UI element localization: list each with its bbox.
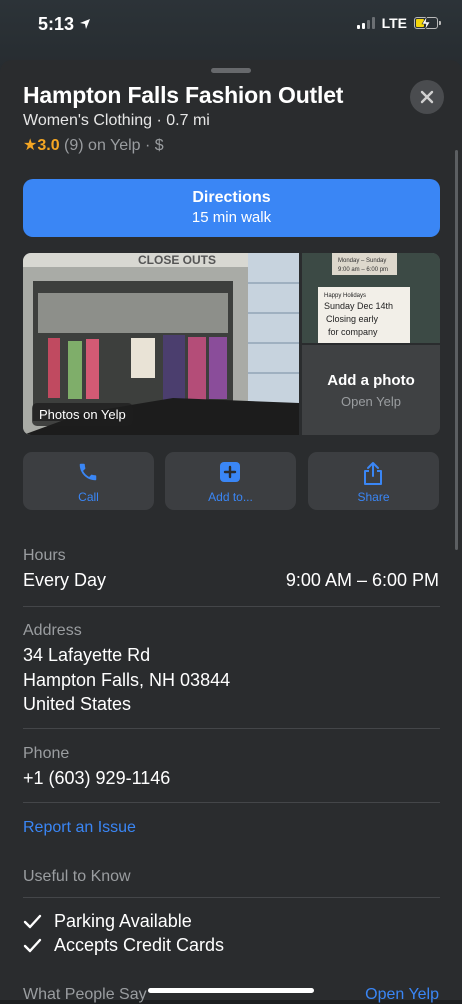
add-photo-title: Add a photo — [327, 372, 415, 389]
useful-heading: Useful to Know — [23, 868, 131, 885]
hours-time: 9:00 AM – 6:00 PM — [285, 570, 439, 590]
storefront-sign: CLOSE OUTS — [138, 253, 216, 267]
phone-icon — [79, 463, 97, 481]
share-icon — [364, 462, 382, 485]
address-line-2[interactable]: Hampton Falls, NH 03844 — [23, 670, 230, 691]
sign-hours-line-2: 9:00 am – 6:00 pm — [338, 267, 388, 273]
signal-icon — [356, 17, 375, 29]
checkmark-icon — [23, 914, 42, 928]
share-label: Share — [357, 490, 390, 504]
status-bar: 5:13 LTE — [0, 0, 462, 50]
phone-heading: Phone — [23, 745, 70, 762]
add-photo-subtitle: Open Yelp — [340, 394, 401, 409]
amenity-credit-cards: Accepts Credit Cards — [23, 935, 224, 956]
place-title: Hampton Falls Fashion Outlet — [23, 82, 344, 108]
add-photo-tile[interactable]: Add a photo Open Yelp — [302, 345, 440, 435]
checkmark-icon — [23, 938, 42, 952]
phone-number[interactable]: +1 (603) 929-1146 — [23, 768, 170, 789]
divider — [23, 728, 440, 729]
reviews-heading: What People Say — [23, 986, 147, 1003]
status-indicators: LTE — [356, 15, 441, 31]
hours-heading: Hours — [23, 547, 66, 564]
scroll-indicator[interactable] — [455, 150, 458, 550]
location-arrow-icon — [79, 17, 91, 35]
sheet-grabber[interactable] — [211, 68, 251, 73]
sign-note-line-2: Sunday Dec 14th — [324, 301, 393, 311]
home-indicator[interactable] — [148, 988, 314, 993]
sign-note-line-1: Happy Holidays — [324, 293, 366, 299]
amenity-label: Parking Available — [54, 911, 192, 931]
call-label: Call — [78, 490, 99, 504]
rating-score: 3.0 — [37, 137, 60, 154]
amenity-parking: Parking Available — [23, 911, 192, 932]
address-line-1[interactable]: 34 Lafayette Rd — [23, 645, 150, 666]
add-to-label: Add to... — [208, 490, 253, 504]
directions-label: Directions — [192, 189, 271, 206]
divider — [23, 897, 440, 898]
share-button[interactable]: Share — [308, 452, 439, 510]
hours-days: Every Day — [23, 570, 107, 590]
place-subtitle: Women's Clothing · 0.7 mi — [23, 112, 210, 129]
open-yelp-link[interactable]: Open Yelp — [365, 986, 439, 1004]
rating-details: (9) on Yelp · $ — [64, 137, 164, 154]
divider — [23, 606, 440, 607]
close-button[interactable] — [410, 80, 444, 114]
storefront-photo[interactable]: CLOSE OUTS Photos on Yelp — [23, 253, 299, 435]
store-sign-photo[interactable]: Monday – Sunday 9:00 am – 6:00 pm Happy … — [302, 253, 440, 343]
report-issue-link[interactable]: Report an Issue — [23, 819, 136, 837]
plus-square-icon — [220, 462, 240, 482]
address-line-3[interactable]: United States — [23, 694, 131, 715]
place-rating[interactable]: ★3.0 (9) on Yelp · $ — [23, 135, 164, 155]
divider — [23, 802, 440, 803]
sign-note-line-4: for company — [328, 327, 378, 337]
place-card-sheet[interactable]: Hampton Falls Fashion Outlet Women's Clo… — [0, 60, 462, 1003]
address-heading: Address — [23, 622, 82, 639]
amenity-label: Accepts Credit Cards — [54, 935, 225, 955]
star-icon: ★ — [23, 137, 38, 154]
battery-charging-icon — [414, 16, 441, 30]
sign-note-line-3: Closing early — [326, 314, 379, 324]
add-to-button[interactable]: Add to... — [165, 452, 296, 510]
store-sign-image: Monday – Sunday 9:00 am – 6:00 pm Happy … — [302, 253, 440, 343]
directions-button[interactable]: Directions 15 min walk — [23, 179, 440, 237]
photos-on-yelp-badge[interactable]: Photos on Yelp — [32, 403, 133, 426]
call-button[interactable]: Call — [23, 452, 154, 510]
sign-hours-line-1: Monday – Sunday — [338, 258, 386, 264]
network-label: LTE — [381, 15, 407, 31]
directions-detail: 15 min walk — [191, 209, 272, 226]
status-time: 5:13 — [38, 14, 75, 34]
close-icon — [420, 90, 434, 104]
